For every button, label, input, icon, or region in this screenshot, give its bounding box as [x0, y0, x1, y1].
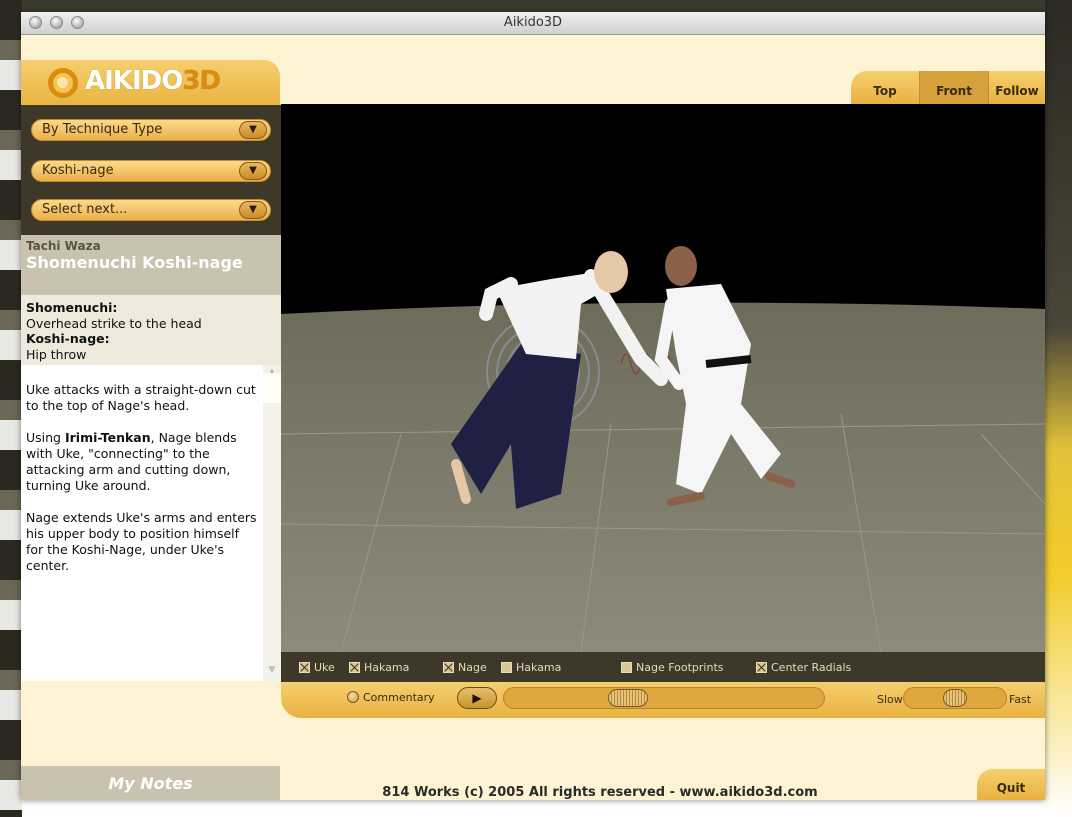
- my-notes-label: My Notes: [108, 774, 193, 793]
- next-technique-dropdown[interactable]: Select next... ▼: [31, 199, 271, 221]
- timeline-slider[interactable]: [503, 687, 825, 709]
- window-title: Aikido3D: [503, 15, 563, 30]
- toggle-center-radials[interactable]: Center Radials: [756, 661, 851, 675]
- desktop-background-right: [1045, 0, 1072, 817]
- scroll-down-arrow-icon[interactable]: ▼: [263, 665, 281, 679]
- commentary-paragraph: Nage extends Uke's arms and enters his u…: [26, 510, 257, 573]
- term-label: Shomenuchi:: [26, 300, 118, 315]
- term-label: Koshi-nage:: [26, 331, 110, 346]
- technique-header: Tachi Waza Shomenuchi Koshi-nage: [21, 235, 281, 295]
- checkbox-icon[interactable]: [501, 662, 512, 673]
- quit-button[interactable]: Quit: [977, 769, 1045, 800]
- slow-label: Slow: [877, 693, 903, 706]
- toggle-nage-footprints[interactable]: Nage Footprints: [621, 661, 724, 675]
- term-definition: Hip throw: [26, 347, 87, 362]
- copyright-footer: 814 Works (c) 2005 All rights reserved -…: [382, 785, 818, 800]
- toggle-uke-hakama[interactable]: Hakama: [349, 661, 409, 675]
- checkbox-icon[interactable]: [443, 662, 454, 673]
- camera-view-tabs: Top Front Follow: [851, 71, 1045, 104]
- logo-circle-icon: [48, 68, 78, 98]
- title-bar: Aikido3D: [21, 12, 1045, 35]
- term-glossary: Shomenuchi: Overhead strike to the head …: [21, 295, 281, 365]
- fast-label: Fast: [1009, 693, 1032, 706]
- toggle-nage[interactable]: Nage: [443, 661, 487, 675]
- technique-type-dropdown[interactable]: By Technique Type ▼: [31, 119, 271, 141]
- tab-front[interactable]: Front: [920, 71, 988, 104]
- checkbox-icon[interactable]: [756, 662, 767, 673]
- technique-dropdown[interactable]: Koshi-nage ▼: [31, 160, 271, 182]
- 3d-scene: [281, 104, 1045, 652]
- speed-handle[interactable]: [943, 689, 967, 707]
- tab-top[interactable]: Top: [851, 71, 919, 104]
- commentary-scrollbar[interactable]: ▲ ▼: [263, 365, 281, 681]
- commentary-toggle[interactable]: Commentary: [347, 691, 435, 705]
- playback-control-bar: Commentary ▶ Slow Fast: [281, 682, 1045, 718]
- radio-icon[interactable]: [347, 691, 359, 703]
- logo-banner: AIKIDO3D: [21, 60, 280, 105]
- technique-category: Tachi Waza: [26, 239, 101, 253]
- checkbox-icon[interactable]: [621, 662, 632, 673]
- technique-selector-panel: By Technique Type ▼ Koshi-nage ▼ Select …: [21, 105, 281, 235]
- display-toggle-bar: Uke Hakama Nage Hakama Nage Footprints C…: [281, 652, 1045, 682]
- technique-name: Shomenuchi Koshi-nage: [26, 253, 243, 272]
- checkbox-icon[interactable]: [299, 662, 310, 673]
- term-definition: Overhead strike to the head: [26, 316, 202, 331]
- checkbox-icon[interactable]: [349, 662, 360, 673]
- speed-slider[interactable]: [903, 687, 1007, 709]
- 3d-viewport[interactable]: [281, 104, 1045, 652]
- chevron-down-icon[interactable]: ▼: [239, 162, 267, 180]
- commentary-paragraph: Uke attacks with a straight-down cut to …: [26, 382, 256, 413]
- commentary-paragraph: Using Irimi-Tenkan, Nage blends with Uke…: [26, 430, 237, 493]
- chevron-down-icon[interactable]: ▼: [239, 121, 267, 139]
- desktop-background-left: [0, 0, 22, 817]
- timeline-handle[interactable]: [608, 689, 648, 707]
- chevron-down-icon[interactable]: ▼: [239, 201, 267, 219]
- my-notes-button[interactable]: My Notes: [21, 766, 280, 800]
- commentary-text: Uke attacks with a straight-down cut to …: [21, 365, 263, 681]
- app-window: Aikido3D AIKIDO3D By Technique Type ▼ Ko…: [21, 12, 1045, 800]
- toggle-nage-hakama[interactable]: Hakama: [501, 661, 561, 675]
- scroll-thumb[interactable]: [263, 373, 281, 403]
- logo-wordmark: AIKIDO3D: [85, 66, 221, 96]
- toggle-uke[interactable]: Uke: [299, 661, 335, 675]
- play-button[interactable]: ▶: [457, 687, 497, 709]
- tab-follow[interactable]: Follow: [989, 71, 1045, 104]
